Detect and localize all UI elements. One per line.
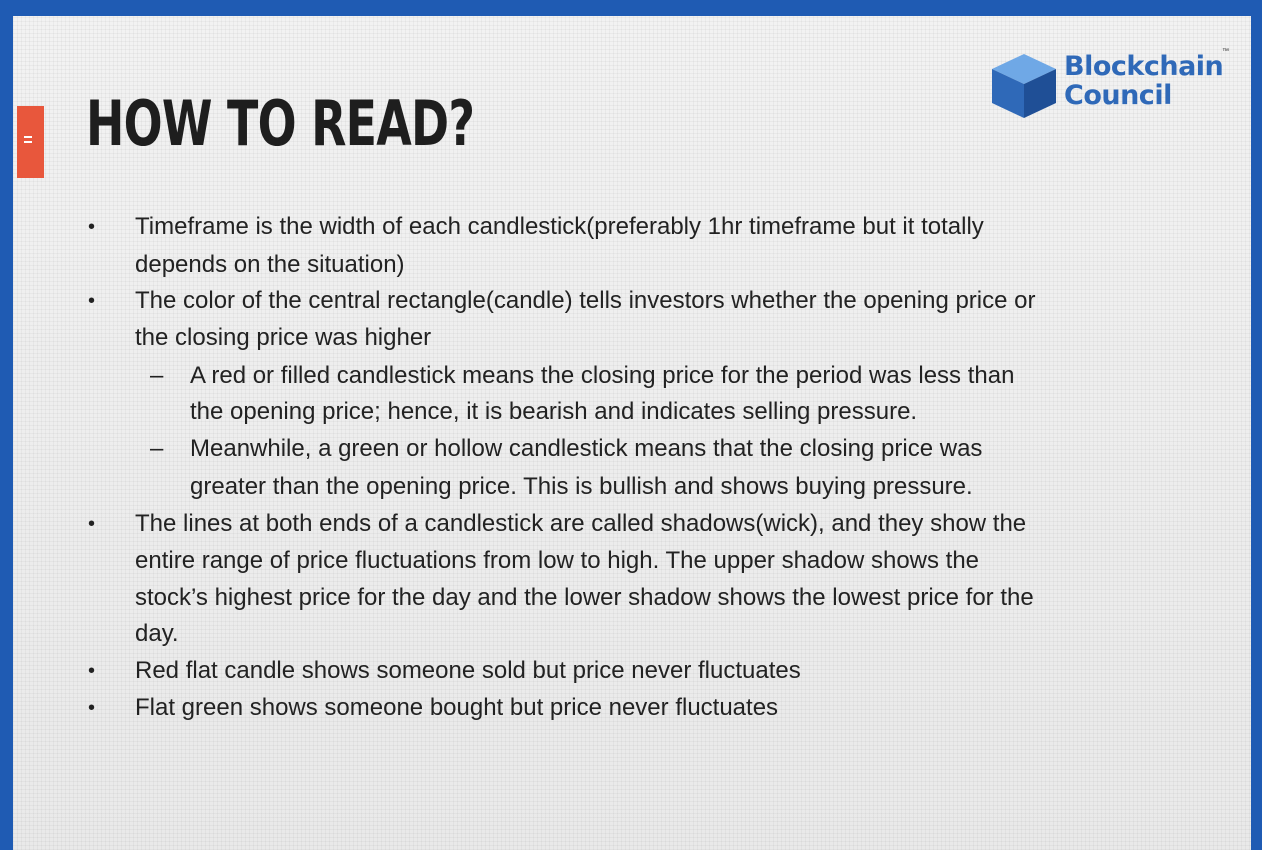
sub-bullet-marker: – <box>150 362 164 389</box>
list-item-text: depends on the situation) <box>135 251 405 278</box>
bullet-marker: • <box>88 290 96 312</box>
list-item-text: The lines at both ends of a candlestick … <box>135 510 1027 537</box>
list-item-text: entire range of price fluctuations from … <box>135 547 980 574</box>
bullet-marker: • <box>88 513 96 535</box>
list-item-text: Flat green shows someone bought but pric… <box>135 694 779 721</box>
list-item-text: day. <box>135 620 179 647</box>
bullet-marker: • <box>88 660 96 682</box>
list-item-text: Timeframe is the width of each candlesti… <box>135 213 984 240</box>
sub-list-item-text: the opening price; hence, it is bearish … <box>190 398 918 425</box>
sub-list-item-text: Meanwhile, a green or hollow candlestick… <box>190 435 983 462</box>
list-item-text: the closing price was higher <box>135 324 432 351</box>
bullet-marker: • <box>88 697 96 719</box>
list-item-text: Red flat candle shows someone sold but p… <box>135 657 801 684</box>
sub-list-item-text: A red or filled candlestick means the cl… <box>190 362 1015 389</box>
sub-list-item-text: greater than the opening price. This is … <box>190 473 973 500</box>
list-item-text: stock’s highest price for the day and th… <box>135 584 1034 611</box>
bullet-marker: • <box>88 216 96 238</box>
bullet-list: • Timeframe is the width of each candles… <box>0 0 1262 850</box>
sub-bullet-marker: – <box>150 435 164 462</box>
list-item-text: The color of the central rectangle(candl… <box>135 287 1036 314</box>
